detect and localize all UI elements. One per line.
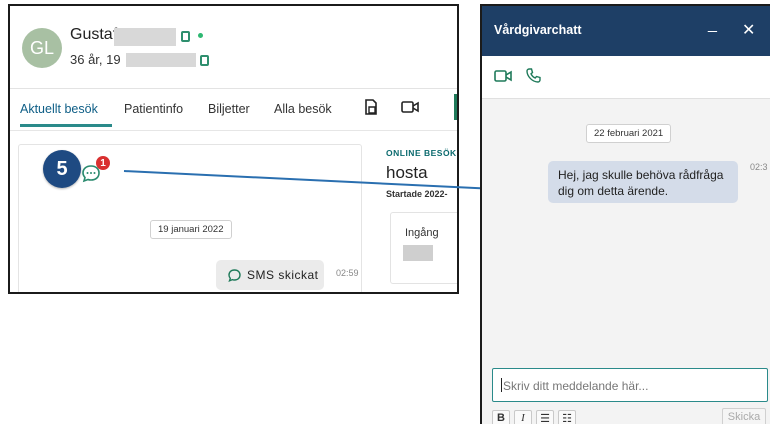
copy-personal-number-icon[interactable]: [200, 55, 209, 66]
message-input-placeholder: Skriv ditt meddelande här...: [503, 379, 649, 393]
tab-aktuellt-besok[interactable]: Aktuellt besök: [20, 102, 98, 116]
patient-age-line: 36 år, 19: [70, 52, 121, 67]
visit-category: ONLINE BESÖK: [386, 148, 457, 158]
step-number-badge: 5: [43, 150, 81, 188]
visit-started: Startade 2022-: [386, 189, 448, 199]
unread-count-badge: 1: [96, 156, 110, 170]
redacted-surname: [114, 28, 176, 46]
chat-date-chip: 22 februari 2021: [586, 124, 672, 143]
visit-summary: ONLINE BESÖK hosta Startade 2022- Ingång: [386, 144, 457, 292]
header-divider: [10, 88, 457, 89]
message-input[interactable]: Skriv ditt meddelande här...: [492, 368, 768, 402]
italic-button[interactable]: I: [514, 410, 532, 424]
numbered-list-button[interactable]: ☷: [558, 410, 576, 424]
bold-button[interactable]: B: [492, 410, 510, 424]
patient-record-panel: GL Gustaf 36 år, 19 Aktuellt besök Patie…: [8, 4, 459, 294]
ingang-card: Ingång: [390, 212, 457, 284]
redacted-entry-value: [403, 245, 433, 261]
chat-titlebar: Vårdgivarchatt _ ✕: [482, 6, 770, 56]
patient-name: Gustaf: [70, 26, 118, 43]
avatar: GL: [22, 28, 62, 68]
online-status-icon: [198, 33, 203, 38]
bullet-list-button[interactable]: ☰: [536, 410, 554, 424]
provider-chat-window: Vårdgivarchatt _ ✕ 22 februari 2021 Hej,…: [480, 4, 770, 424]
phone-icon[interactable]: [526, 68, 541, 83]
visit-title: hosta: [386, 163, 428, 182]
action-button-edge[interactable]: [454, 94, 457, 120]
tab-alla-besok[interactable]: Alla besök: [274, 102, 332, 116]
date-chip: 19 januari 2022: [150, 220, 232, 239]
incoming-message: Hej, jag skulle behöva rådfråga dig om d…: [548, 161, 738, 203]
close-button[interactable]: ✕: [742, 20, 755, 40]
message-text-line-2: dig om detta ärende.: [558, 184, 669, 198]
message-text-line-1: Hej, jag skulle behöva rådfråga: [558, 168, 724, 182]
video-icon[interactable]: [494, 70, 512, 82]
message-time: 02:59: [336, 268, 359, 278]
sms-sent-label: SMS skickat: [247, 268, 319, 282]
copy-icon[interactable]: [181, 31, 190, 42]
redacted-personal-number: [126, 53, 196, 67]
document-icon[interactable]: [364, 99, 378, 115]
text-caret: [501, 378, 502, 392]
tab-biljetter[interactable]: Biljetter: [208, 102, 250, 116]
sms-sent-message: SMS skickat: [216, 260, 324, 290]
send-button[interactable]: Skicka: [722, 408, 766, 424]
tab-patientinfo[interactable]: Patientinfo: [124, 102, 183, 116]
chat-message-time: 02:3: [750, 162, 768, 172]
minimize-button[interactable]: _: [708, 16, 717, 34]
video-call-icon[interactable]: [401, 101, 419, 113]
ingang-label: Ingång: [405, 227, 439, 239]
chat-title: Vårdgivarchatt: [494, 23, 582, 37]
call-toolbar: [482, 56, 770, 99]
message-icon: [228, 268, 241, 282]
tabs-divider: [10, 130, 457, 131]
active-tab-indicator: [20, 124, 112, 127]
